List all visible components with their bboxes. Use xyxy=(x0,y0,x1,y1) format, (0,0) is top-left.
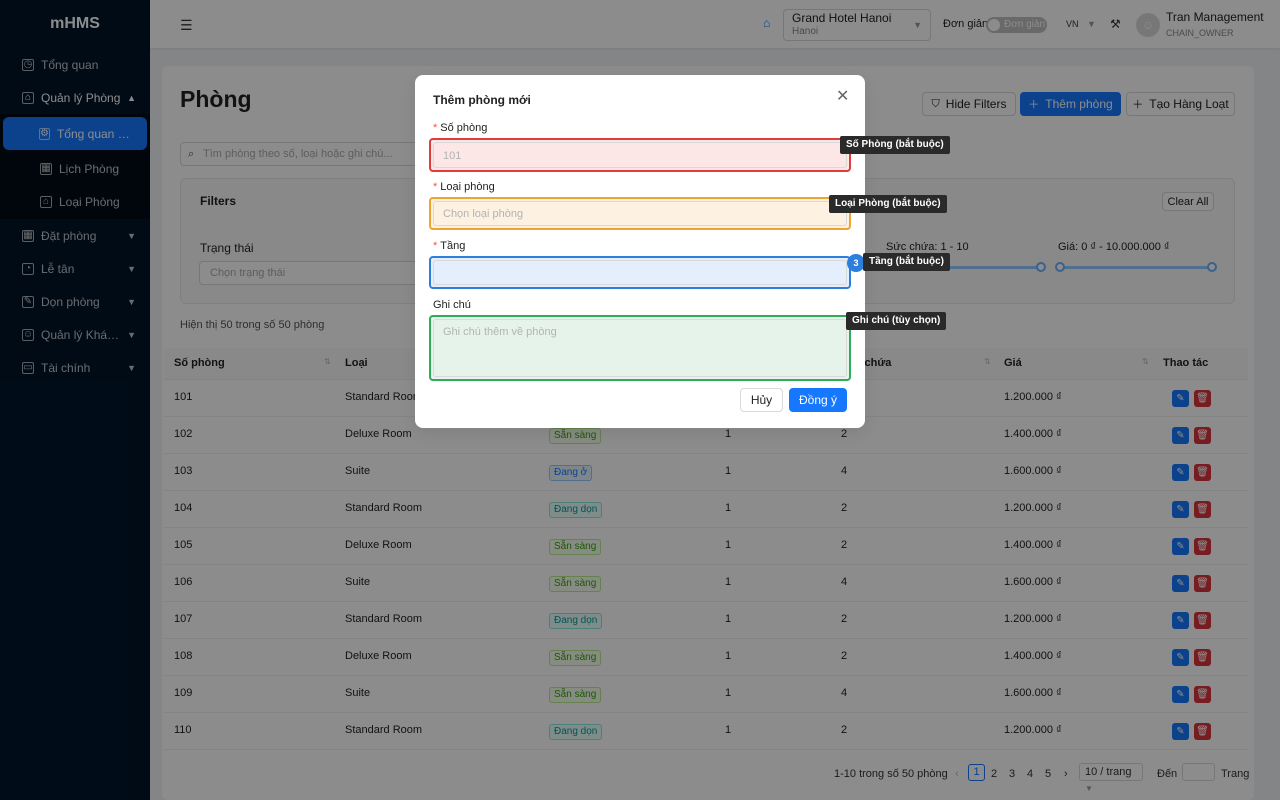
note-label: Ghi chú xyxy=(433,299,471,311)
required-mark: * xyxy=(433,181,438,193)
add-room-modal: Thêm phòng mới ✕ * Số phòng 101 * Loại phò… xyxy=(415,75,865,428)
room-number-label: * Số phòng xyxy=(433,122,487,134)
close-icon[interactable]: ✕ xyxy=(836,86,849,106)
cancel-button[interactable]: Hủy xyxy=(740,388,783,412)
required-mark: * xyxy=(433,240,438,252)
room-number-input[interactable]: 101 xyxy=(433,142,847,168)
note-textarea[interactable]: Ghi chú thêm về phòng xyxy=(433,319,847,377)
floor-input[interactable] xyxy=(433,260,847,285)
required-mark: * xyxy=(433,122,438,134)
room-type-field[interactable]: Chọn loại phòng xyxy=(429,197,851,230)
label-text: Số phòng xyxy=(440,122,488,134)
floor-tooltip: Tầng (bắt buộc) xyxy=(863,253,950,271)
note-tooltip: Ghi chú (tùy chọn) xyxy=(846,312,947,330)
room-number-field[interactable]: 101 xyxy=(429,138,851,172)
ok-button[interactable]: Đồng ý xyxy=(789,388,847,412)
room-type-select[interactable]: Chọn loại phòng xyxy=(433,201,847,226)
label-text: Loại phòng xyxy=(440,181,495,193)
note-field[interactable]: Ghi chú thêm về phòng xyxy=(429,315,851,381)
label-text: Tầng xyxy=(440,240,466,252)
room-type-label: * Loại phòng xyxy=(433,181,495,193)
room-type-tooltip: Loại Phòng (bắt buộc) xyxy=(829,195,947,213)
modal-title: Thêm phòng mới xyxy=(433,93,531,107)
room-number-tooltip: Số Phòng (bắt buộc) xyxy=(840,136,950,154)
floor-label: * Tầng xyxy=(433,240,465,252)
floor-field[interactable] xyxy=(429,256,851,289)
